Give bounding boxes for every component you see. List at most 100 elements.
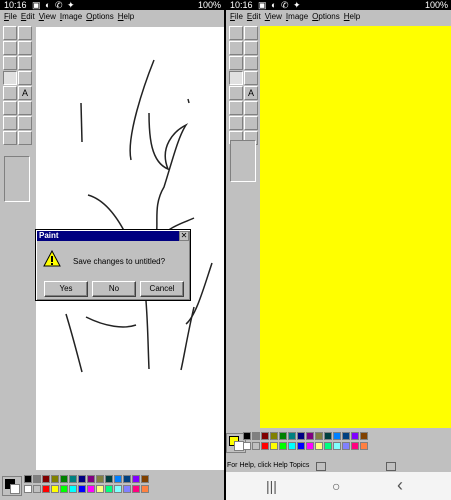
polygon-tool[interactable] [244,116,258,130]
back-button[interactable]: ‹ [397,475,403,496]
palette-swatch[interactable] [360,432,368,440]
eraser-tool[interactable] [229,41,243,55]
palette-swatch[interactable] [114,475,122,483]
palette-swatch[interactable] [288,442,296,450]
palette-swatch[interactable] [24,475,32,483]
palette-swatch[interactable] [78,485,86,493]
menu-edit[interactable]: Edit [21,11,35,22]
palette-swatch[interactable] [105,485,113,493]
menu-help[interactable]: Help [344,11,360,22]
recent-apps-button[interactable]: ||| [266,478,277,494]
cancel-button[interactable]: Cancel [140,281,184,297]
palette-swatch[interactable] [141,485,149,493]
line-tool[interactable] [3,101,17,115]
rectangle-tool[interactable] [3,116,17,130]
fill-tool[interactable] [244,41,258,55]
curve-tool[interactable] [18,101,32,115]
curve-tool[interactable] [244,101,258,115]
palette-swatch[interactable] [60,485,68,493]
magnifier-tool[interactable] [18,56,32,70]
fill-tool[interactable] [18,41,32,55]
home-button[interactable]: ○ [332,478,340,494]
palette-swatch[interactable] [78,475,86,483]
palette-swatch[interactable] [60,475,68,483]
palette-swatch[interactable] [69,475,77,483]
palette-swatch[interactable] [42,485,50,493]
menu-image[interactable]: Image [60,11,82,22]
palette-swatch[interactable] [342,432,350,440]
palette-swatch[interactable] [279,442,287,450]
palette-swatch[interactable] [297,432,305,440]
menu-image[interactable]: Image [286,11,308,22]
select-tool[interactable] [244,26,258,40]
yes-button[interactable]: Yes [44,281,88,297]
text-tool[interactable]: A [18,86,32,100]
palette-swatch[interactable] [315,432,323,440]
magnifier-tool[interactable] [244,56,258,70]
airbrush-tool[interactable] [3,86,17,100]
palette-swatch[interactable] [132,475,140,483]
menu-help[interactable]: Help [118,11,134,22]
palette-swatch[interactable] [141,475,149,483]
text-tool[interactable]: A [244,86,258,100]
palette-swatch[interactable] [315,442,323,450]
color-picker-tool[interactable] [229,56,243,70]
menu-view[interactable]: View [265,11,282,22]
palette-swatch[interactable] [42,475,50,483]
palette-swatch[interactable] [51,475,59,483]
palette-swatch[interactable] [114,485,122,493]
palette-swatch[interactable] [270,432,278,440]
brush-tool[interactable] [18,71,32,85]
menu-options[interactable]: Options [86,11,114,22]
palette-swatch[interactable] [33,485,41,493]
palette-swatch[interactable] [306,432,314,440]
palette-swatch[interactable] [306,442,314,450]
palette-swatch[interactable] [252,442,260,450]
palette-swatch[interactable] [132,485,140,493]
palette-swatch[interactable] [252,432,260,440]
menu-view[interactable]: View [39,11,56,22]
palette-swatch[interactable] [33,475,41,483]
palette-swatch[interactable] [105,475,113,483]
palette-swatch[interactable] [360,442,368,450]
palette-swatch[interactable] [261,432,269,440]
palette-swatch[interactable] [279,432,287,440]
palette-swatch[interactable] [96,475,104,483]
line-tool[interactable] [229,101,243,115]
free-select-tool[interactable] [3,26,17,40]
palette-swatch[interactable] [24,485,32,493]
palette-swatch[interactable] [123,485,131,493]
palette-swatch[interactable] [96,485,104,493]
menu-file[interactable]: File [230,11,243,22]
dialog-close-button[interactable]: ✕ [179,231,189,241]
palette-swatch[interactable] [351,432,359,440]
eraser-tool[interactable] [3,41,17,55]
polygon-tool[interactable] [18,116,32,130]
pencil-tool[interactable] [3,71,17,85]
ellipse-tool[interactable] [3,131,17,145]
palette-swatch[interactable] [261,442,269,450]
color-picker-tool[interactable] [3,56,17,70]
menu-options[interactable]: Options [312,11,340,22]
rounded-rectangle-tool[interactable] [18,131,32,145]
select-tool[interactable] [18,26,32,40]
palette-swatch[interactable] [243,442,251,450]
palette-swatch[interactable] [288,432,296,440]
palette-swatch[interactable] [87,485,95,493]
airbrush-tool[interactable] [229,86,243,100]
palette-swatch[interactable] [51,485,59,493]
palette-swatch[interactable] [342,442,350,450]
palette-swatch[interactable] [270,442,278,450]
pencil-tool[interactable] [229,71,243,85]
no-button[interactable]: No [92,281,136,297]
palette-swatch[interactable] [333,442,341,450]
palette-swatch[interactable] [351,442,359,450]
palette-swatch[interactable] [333,432,341,440]
palette-swatch[interactable] [69,485,77,493]
palette-swatch[interactable] [324,442,332,450]
palette-swatch[interactable] [123,475,131,483]
palette-swatch[interactable] [243,432,251,440]
brush-tool[interactable] [244,71,258,85]
palette-swatch[interactable] [324,432,332,440]
palette-swatch[interactable] [297,442,305,450]
